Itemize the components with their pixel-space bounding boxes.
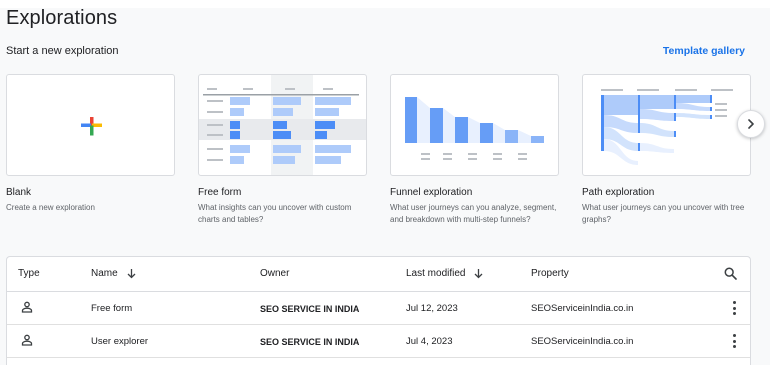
owner-header-label: Owner [260,268,290,279]
funnel-chart-illustration [405,97,544,160]
page-title: Explorations [6,7,118,29]
last-modified-header-label: Last modified [406,268,466,279]
row-last-modified: Jul 12, 2023 [406,303,458,314]
property-header-label: Property [531,268,569,279]
chevron-right-icon [748,119,754,129]
row-name[interactable]: User explorer [91,336,148,347]
plus-icon [81,117,102,136]
section-subtitle: Start a new exploration [6,45,119,57]
arrow-down-icon [475,269,483,279]
table-row[interactable]: User explorer SEO SERVICE IN INDIA Jul 4… [7,325,750,358]
path-exploration-card[interactable] [582,74,751,176]
card-desc-funnel: What user journeys can you analyze, segm… [390,203,557,224]
search-icon [724,267,737,280]
explorations-page: Explorations Start a new exploration Tem… [0,0,770,365]
row-property: SEOServiceinIndia.co.in [531,336,634,347]
card-title-free-form: Free form [198,187,242,198]
blank-card[interactable] [6,74,175,176]
explorations-table: Type Name Owner Last modified Property F… [6,256,751,365]
type-header-label: Type [18,268,40,279]
card-desc-path: What user journeys can you uncover with … [582,203,745,224]
arrow-down-icon [127,269,136,279]
column-header-property: Property [531,268,569,279]
column-header-owner: Owner [260,268,289,279]
name-header-label: Name [91,268,118,279]
free-form-table-illustration [199,75,366,175]
card-desc-free-form: What insights can you uncover with custo… [198,203,352,224]
card-desc-blank: Create a new exploration [6,203,95,212]
funnel-exploration-card[interactable] [390,74,559,176]
table-header: Type Name Owner Last modified Property [7,257,750,292]
card-title-funnel: Funnel exploration [390,187,473,198]
card-title-blank: Blank [6,187,32,198]
more-vert-icon[interactable] [731,301,737,315]
person-icon [21,301,33,313]
table-row[interactable]: Free form SEO SERVICE IN INDIA Jul 12, 2… [7,292,750,325]
row-name[interactable]: Free form [91,303,132,314]
template-gallery-link[interactable]: Template gallery [663,45,745,57]
more-vert-icon[interactable] [731,334,737,348]
column-header-last-modified[interactable]: Last modified [406,268,484,279]
row-owner: SEO SERVICE IN INDIA [260,337,360,347]
column-header-name[interactable]: Name [91,268,137,279]
column-header-type: Type [18,268,40,279]
card-title-path: Path exploration [582,187,655,198]
free-form-card[interactable] [198,74,367,176]
row-property: SEOServiceinIndia.co.in [531,303,634,314]
next-cards-button[interactable] [737,110,765,138]
row-last-modified: Jul 4, 2023 [406,336,453,347]
row-owner: SEO SERVICE IN INDIA [260,304,360,314]
path-tree-illustration [601,89,733,165]
search-button[interactable] [724,267,737,280]
person-icon [21,334,33,346]
